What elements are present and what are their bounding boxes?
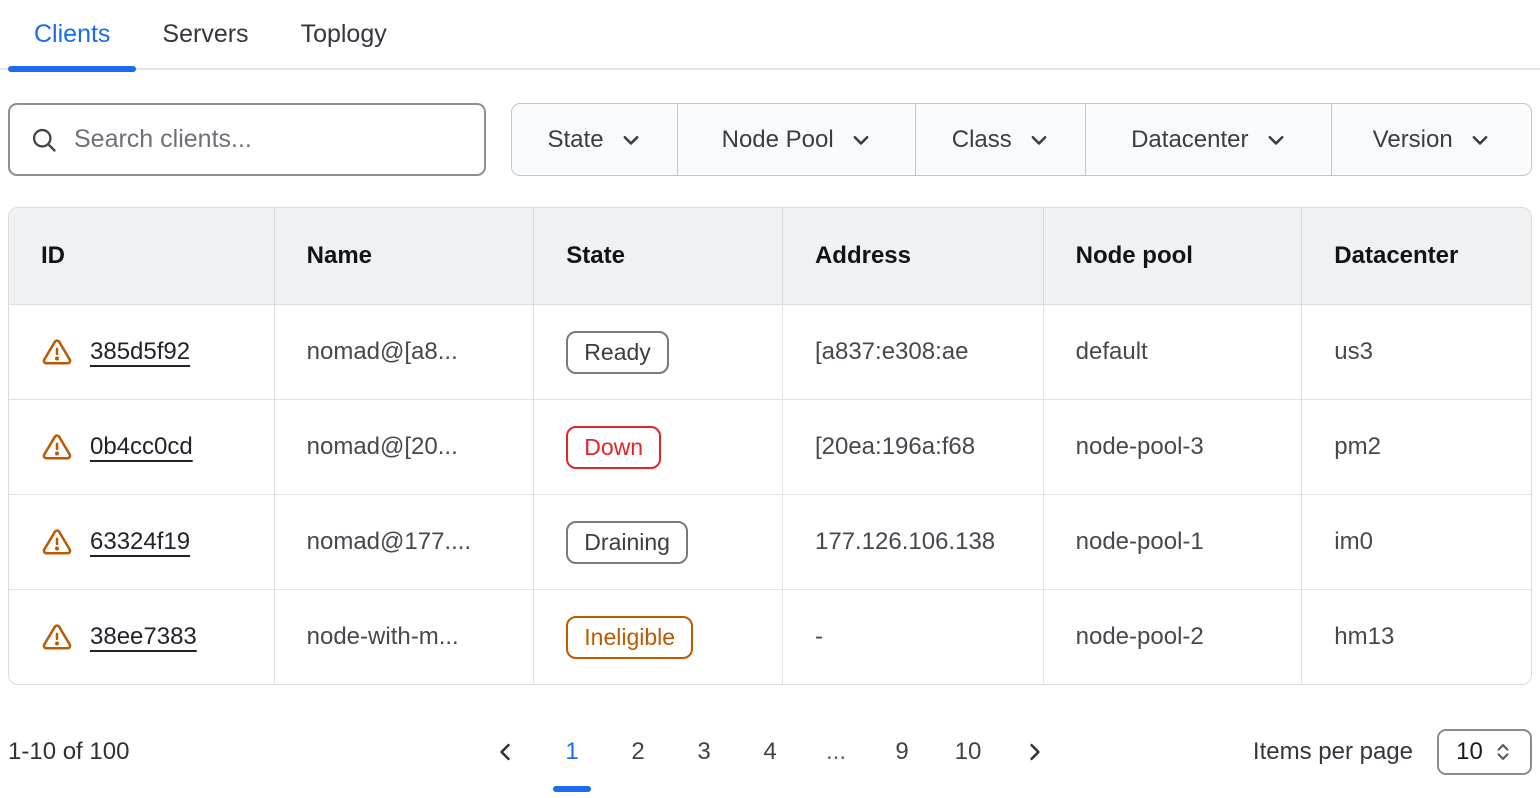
client-address: [a837:e308:ae [782, 305, 1043, 399]
table-row[interactable]: 38ee7383 node-with-m... Ineligible - nod… [9, 589, 1531, 684]
client-datacenter: im0 [1301, 495, 1531, 589]
client-name: nomad@[a8... [274, 305, 534, 399]
chevron-down-icon [620, 129, 642, 151]
pagination-bar: 1-10 of 100 1234... 9 10 Items per page 10 [8, 685, 1532, 775]
client-id-link[interactable]: 63324f19 [90, 528, 190, 556]
client-id-link[interactable]: 38ee7383 [90, 623, 197, 651]
pager: 1234... 9 10 [471, 730, 1069, 774]
filter-group: State Node Pool Class Datacenter Version [511, 103, 1532, 176]
items-per-page-label: Items per page [1253, 738, 1413, 766]
search-box[interactable] [8, 103, 486, 176]
page-button-1[interactable]: 1 [551, 734, 593, 770]
page-button-9[interactable]: 9 [881, 734, 923, 770]
column-header-state: State [533, 208, 782, 304]
table-row[interactable]: 0b4cc0cd nomad@[20... Down [20ea:196a:f6… [9, 399, 1531, 494]
chevron-down-icon [1265, 129, 1287, 151]
client-name: nomad@177.... [274, 495, 534, 589]
chevron-left-icon [494, 741, 516, 763]
filter-dropdown-version[interactable]: Version [1331, 104, 1531, 175]
client-address: [20ea:196a:f68 [782, 400, 1043, 494]
filter-dropdown-class[interactable]: Class [915, 104, 1085, 175]
table-header: IDNameStateAddressNode poolDatacenter [9, 208, 1531, 304]
search-icon [30, 126, 58, 154]
state-badge: Ineligible [566, 616, 693, 659]
items-per-page: Items per page 10 [1069, 729, 1532, 775]
page-button-10[interactable]: 10 [947, 734, 989, 770]
search-input[interactable] [74, 125, 464, 154]
client-name: nomad@[20... [274, 400, 534, 494]
client-datacenter: us3 [1301, 305, 1531, 399]
table-row[interactable]: 63324f19 nomad@177.... Draining 177.126.… [9, 494, 1531, 589]
chevron-down-icon [1028, 129, 1050, 151]
page-ellipsis: ... [815, 734, 857, 770]
warning-triangle-icon [41, 337, 73, 367]
client-datacenter: pm2 [1301, 400, 1531, 494]
filter-label: Datacenter [1131, 126, 1248, 154]
client-node-pool: node-pool-1 [1043, 495, 1302, 589]
filter-label: Version [1373, 126, 1453, 154]
chevron-right-icon [1024, 741, 1046, 763]
filter-dropdown-node-pool[interactable]: Node Pool [677, 104, 915, 175]
client-node-pool: node-pool-2 [1043, 590, 1302, 684]
warning-triangle-icon [41, 527, 73, 557]
column-header-datacenter: Datacenter [1301, 208, 1531, 304]
filter-label: Node Pool [722, 126, 834, 154]
clients-table: IDNameStateAddressNode poolDatacenter 38… [8, 207, 1532, 685]
client-node-pool: node-pool-3 [1043, 400, 1302, 494]
tab-label: Toplogy [301, 20, 387, 49]
tab-topology[interactable]: Toplogy [275, 0, 413, 68]
page-button-4[interactable]: 4 [749, 734, 791, 770]
tab-servers[interactable]: Servers [136, 0, 274, 68]
filter-label: Class [952, 126, 1012, 154]
filter-dropdown-state[interactable]: State [512, 104, 677, 175]
results-summary: 1-10 of 100 [8, 738, 471, 766]
client-node-pool: default [1043, 305, 1302, 399]
tab-bar: Clients Servers Toplogy [0, 0, 1540, 70]
filter-label: State [548, 126, 604, 154]
table-row[interactable]: 385d5f92 nomad@[a8... Ready [a837:e308:a… [9, 304, 1531, 399]
chevrons-up-down-icon [1493, 742, 1513, 762]
client-address: - [782, 590, 1043, 684]
client-name: node-with-m... [274, 590, 534, 684]
client-id-link[interactable]: 0b4cc0cd [90, 433, 193, 461]
state-badge: Draining [566, 521, 688, 564]
previous-page-button[interactable] [483, 730, 527, 774]
items-per-page-select[interactable]: 10 [1437, 729, 1532, 775]
page-button-3[interactable]: 3 [683, 734, 725, 770]
column-header-name: Name [274, 208, 534, 304]
column-header-address: Address [782, 208, 1043, 304]
tab-label: Servers [162, 20, 248, 49]
tab-clients[interactable]: Clients [8, 0, 136, 68]
column-header-node-pool: Node pool [1043, 208, 1302, 304]
table-body: 385d5f92 nomad@[a8... Ready [a837:e308:a… [9, 304, 1531, 684]
client-id-link[interactable]: 385d5f92 [90, 338, 190, 366]
warning-triangle-icon [41, 432, 73, 462]
state-badge: Ready [566, 331, 668, 374]
column-header-id: ID [9, 208, 274, 304]
page-button-2[interactable]: 2 [617, 734, 659, 770]
filter-dropdown-datacenter[interactable]: Datacenter [1085, 104, 1331, 175]
warning-triangle-icon [41, 622, 73, 652]
chevron-down-icon [850, 129, 872, 151]
chevron-down-icon [1469, 129, 1491, 151]
client-datacenter: hm13 [1301, 590, 1531, 684]
next-page-button[interactable] [1013, 730, 1057, 774]
state-badge: Down [566, 426, 661, 469]
toolbar: State Node Pool Class Datacenter Version [8, 103, 1532, 176]
tab-label: Clients [34, 20, 110, 49]
items-per-page-value: 10 [1456, 738, 1483, 766]
page-list: 1234... 9 10 [539, 734, 1001, 770]
client-address: 177.126.106.138 [782, 495, 1043, 589]
